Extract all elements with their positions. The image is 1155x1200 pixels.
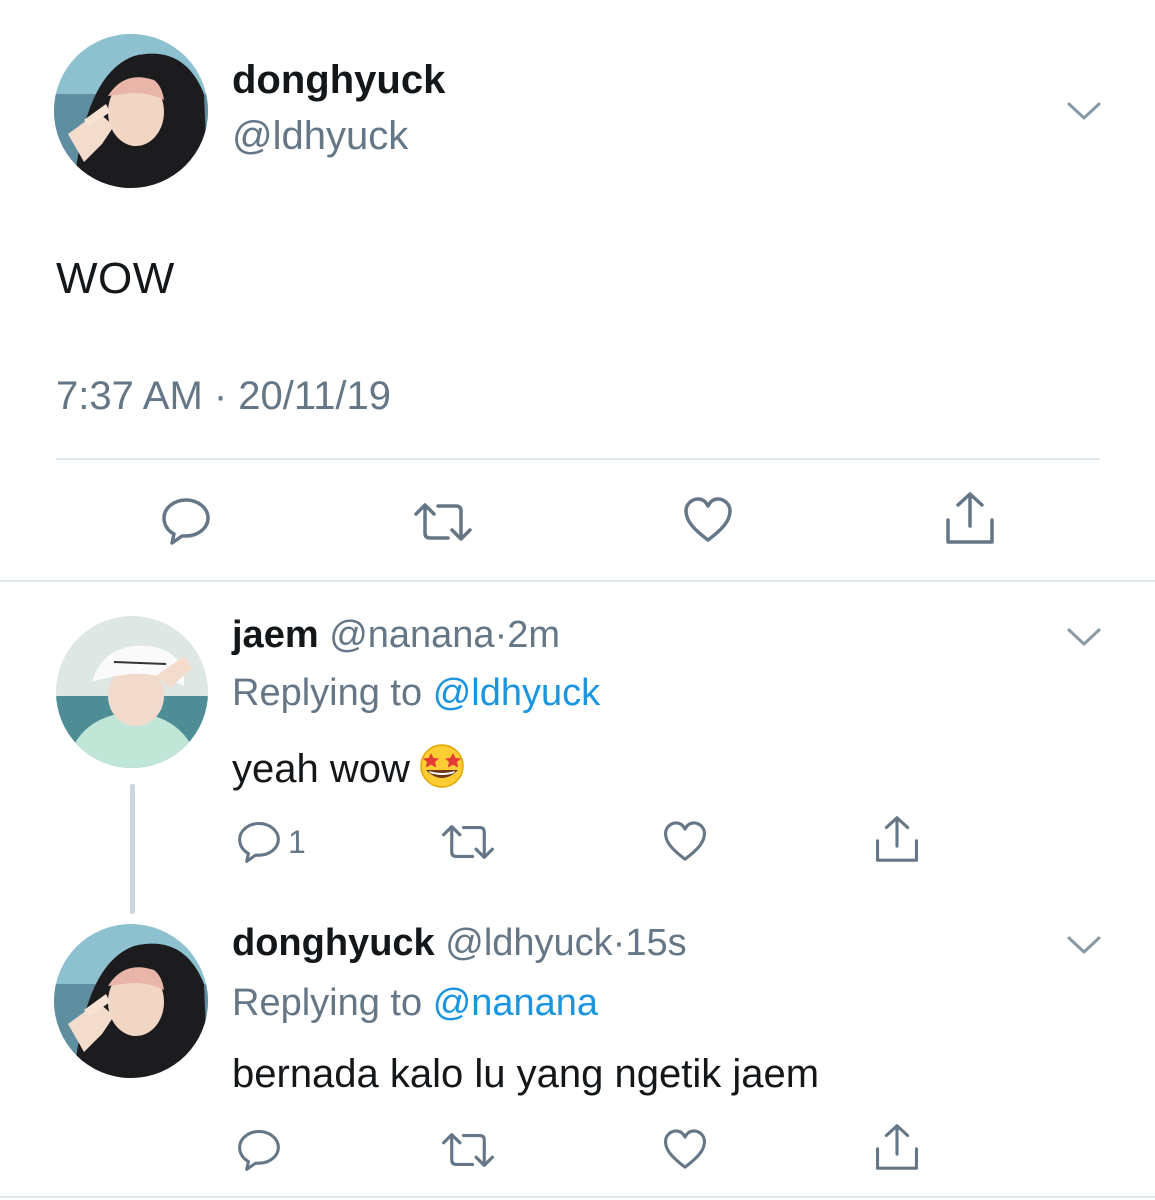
reply-time[interactable]: 2m [507, 614, 560, 656]
meta-divider [56, 458, 1100, 460]
chevron-down-icon[interactable] [1066, 626, 1102, 648]
like-button[interactable] [682, 496, 734, 544]
reply-text: bernada kalo lu yang ngetik jaem [232, 1052, 820, 1096]
thread-connector [130, 784, 135, 914]
reply-avatar-jaem[interactable] [56, 616, 208, 768]
author-handle[interactable]: @ldhyuck [232, 114, 408, 159]
replying-to: Replying to @nanana [232, 982, 598, 1025]
retweet-icon [440, 822, 496, 862]
reply-handle[interactable]: @ldhyuck [445, 922, 612, 964]
reply-time[interactable]: 15s [625, 922, 686, 964]
replying-mention-link[interactable]: @ldhyuck [433, 672, 600, 714]
reply-button[interactable] [236, 1128, 282, 1172]
heart-icon [682, 496, 734, 544]
share-button[interactable] [874, 814, 920, 864]
reply-handle[interactable]: @nanana [329, 614, 494, 656]
meta-separator: · [612, 922, 626, 964]
share-icon [944, 490, 996, 546]
retweet-button[interactable] [440, 1130, 496, 1170]
tweet-text: WOW [56, 254, 175, 303]
reply-icon [160, 496, 212, 546]
tweet-timestamp[interactable]: 7:37 AM · 20/11/19 [56, 374, 391, 419]
like-button[interactable] [662, 1128, 708, 1171]
heart-icon [662, 820, 708, 863]
retweet-button[interactable] [412, 500, 474, 544]
like-button[interactable] [662, 820, 708, 863]
reply-count: 1 [288, 823, 306, 860]
share-icon [874, 1122, 920, 1172]
tweet-divider [0, 580, 1155, 582]
reply-button[interactable]: 1 [236, 820, 306, 864]
reply-display-name[interactable]: donghyuck [232, 922, 435, 964]
meta-separator: · [494, 614, 508, 656]
share-button[interactable] [874, 1122, 920, 1172]
author-display-name[interactable]: donghyuck [232, 58, 445, 103]
replying-prefix: Replying to [232, 672, 423, 714]
reply-icon [236, 1128, 282, 1172]
reply-display-name[interactable]: jaem [232, 614, 319, 656]
reply-button[interactable] [160, 496, 212, 546]
replying-to: Replying to @ldhyuck [232, 672, 600, 715]
reply-header: jaem @nanana·2m [232, 614, 560, 657]
share-button[interactable] [944, 490, 996, 546]
chevron-down-icon[interactable] [1066, 100, 1102, 122]
reply-avatar-donghyuck[interactable] [54, 924, 208, 1078]
replying-prefix: Replying to [232, 982, 423, 1024]
share-icon [874, 814, 920, 864]
star-struck-emoji-icon [412, 742, 472, 800]
retweet-icon [440, 1130, 496, 1170]
reply-icon [236, 820, 282, 864]
retweet-button[interactable] [440, 822, 496, 862]
reply-text: yeah wow [232, 742, 472, 800]
heart-icon [662, 1128, 708, 1171]
retweet-icon [412, 500, 474, 544]
author-avatar[interactable] [54, 34, 208, 188]
reply-text-content: yeah wow [232, 747, 410, 791]
reply-header: donghyuck @ldhyuck·15s [232, 922, 687, 965]
chevron-down-icon[interactable] [1066, 934, 1102, 956]
replying-mention-link[interactable]: @nanana [433, 982, 598, 1024]
bottom-divider [0, 1196, 1155, 1198]
